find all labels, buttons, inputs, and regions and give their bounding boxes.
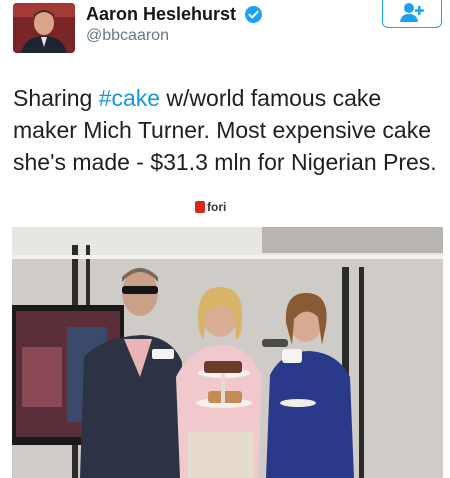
display-name[interactable]: Aaron Heslehurst [86,4,236,25]
watermark-text: fori [207,200,227,214]
tweet-text: Sharing #cake w/world famous cake maker … [13,82,438,178]
watermark-mark-icon [195,201,205,213]
tweet-photo[interactable] [12,227,443,478]
verified-badge-icon [245,6,262,23]
hashtag-link[interactable]: #cake [99,85,160,111]
follow-button[interactable] [382,0,442,28]
tweet-text-start: Sharing [13,85,99,111]
user-handle[interactable]: @bbcaaron [86,27,169,45]
add-user-icon [400,3,424,22]
avatar[interactable] [13,3,75,53]
watermark-logo: fori [195,200,226,214]
